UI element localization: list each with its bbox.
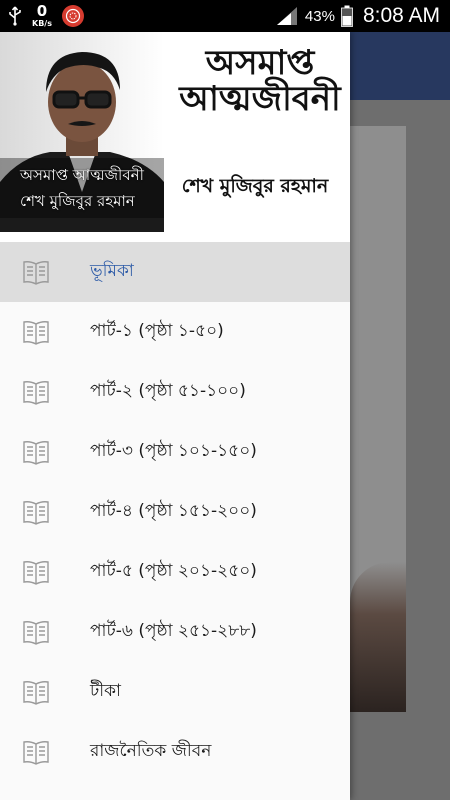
book-icon <box>23 741 49 765</box>
menu-item-label: ভূমিকা <box>90 261 134 281</box>
navigation-drawer: অসমাপ্ত আত্মজীবনী শেখ মুজিবুর রহমান অসমা… <box>0 32 350 800</box>
book-title: অসমাপ্ত আত্মজীবনী <box>179 43 341 119</box>
menu-item-label: পার্ট-১ (পৃষ্ঠা ১-৫০) <box>90 321 224 341</box>
network-speed-value: 0 <box>36 2 48 20</box>
background-portrait <box>350 562 406 712</box>
status-left: 0 KB/s <box>8 0 84 32</box>
menu-item-introduction[interactable]: ভূমিকা <box>0 242 350 302</box>
network-speed-unit: KB/s <box>32 19 52 28</box>
book-icon <box>23 381 49 405</box>
menu-item-part-5[interactable]: পার্ট-৫ (পৃষ্ঠা ২০১-২৫০) <box>0 542 350 602</box>
header-overlay-title: অসমাপ্ত আত্মজীবনী <box>20 166 144 184</box>
status-right: 43% 8:08 AM <box>275 0 440 32</box>
menu-item-label: টীকা <box>90 681 121 701</box>
background-cover-image <box>350 126 406 712</box>
book-icon <box>23 261 49 285</box>
menu-item-part-3[interactable]: পার্ট-৩ (পৃষ্ঠা ১০১-১৫০) <box>0 422 350 482</box>
menu-item-part-2[interactable]: পার্ট-২ (পৃষ্ঠা ৫১-১০০) <box>0 362 350 422</box>
menu-item-political-life[interactable]: রাজনৈতিক জীবন <box>0 722 350 782</box>
book-icon <box>23 621 49 645</box>
menu-item-part-4[interactable]: পার্ট-৪ (পৃষ্ঠা ১৫১-২০০) <box>0 482 350 542</box>
network-speed: 0 KB/s <box>32 4 52 28</box>
header-overlay-author: শেখ মুজিবুর রহমান <box>20 192 135 210</box>
battery-percent: 43% <box>304 7 335 25</box>
book-icon <box>23 501 49 525</box>
menu-item-part-1[interactable]: পার্ট-১ (পৃষ্ঠা ১-৫০) <box>0 302 350 362</box>
signal-icon <box>276 7 297 25</box>
book-icon <box>23 321 49 345</box>
book-author: শেখ মুজিবুর রহমান <box>181 175 329 197</box>
status-bar: 0 KB/s 43% 8:08 AM <box>0 0 450 32</box>
menu-item-label: পার্ট-৬ (পৃষ্ঠা ২৫১-২৮৮) <box>90 621 257 641</box>
clock: 8:08 AM <box>362 4 440 27</box>
menu-item-label: পার্ট-৪ (পৃষ্ঠা ১৫১-২০০) <box>90 501 257 521</box>
drawer-header: অসমাপ্ত আত্মজীবনী শেখ মুজিবুর রহমান অসমা… <box>0 32 350 242</box>
book-icon <box>23 681 49 705</box>
battery-icon <box>341 5 353 27</box>
menu-item-label: পার্ট-৫ (পৃষ্ঠা ২০১-২৫০) <box>90 561 257 581</box>
usb-icon <box>9 6 21 26</box>
menu-item-label: পার্ট-২ (পৃষ্ঠা ৫১-১০০) <box>90 381 246 401</box>
book-icon <box>23 561 49 585</box>
book-icon <box>23 441 49 465</box>
menu-item-part-6[interactable]: পার্ট-৬ (পৃষ্ঠা ২৫১-২৮৮) <box>0 602 350 662</box>
app-notification-icon <box>61 5 84 27</box>
menu-item-label: রাজনৈতিক জীবন <box>90 741 212 761</box>
drawer-menu: ভূমিকা পার্ট-১ (পৃষ্ঠা ১-৫০) পার্ট-২ (পৃ… <box>0 242 350 782</box>
menu-item-notes[interactable]: টীকা <box>0 662 350 722</box>
menu-item-label: পার্ট-৩ (পৃষ্ঠা ১০১-১৫০) <box>90 441 257 461</box>
